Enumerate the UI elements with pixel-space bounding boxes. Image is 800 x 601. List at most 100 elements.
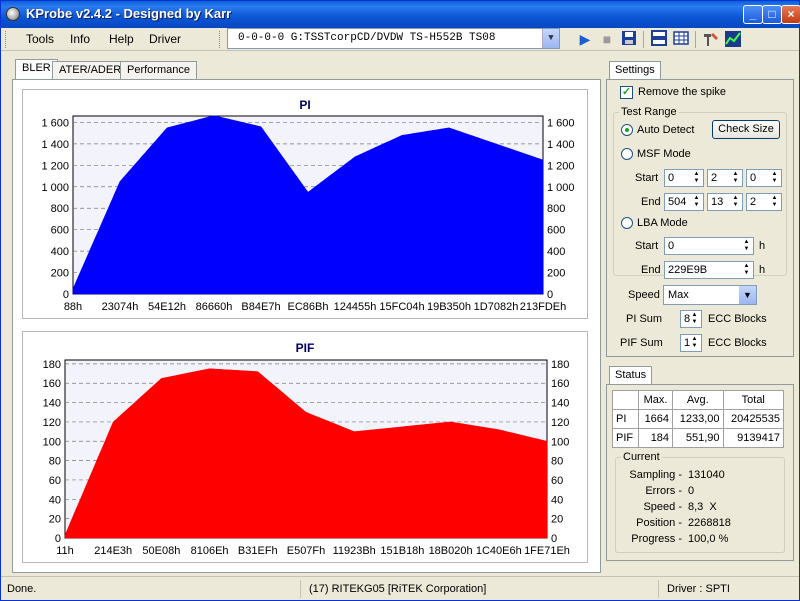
tools-icon[interactable]: [702, 30, 720, 48]
x-tick-label: 8106Eh: [191, 545, 229, 557]
y-tick-label-right: 1 000: [547, 182, 575, 194]
pif-sum-input[interactable]: 1 ▲ ▼: [680, 334, 702, 352]
x-tick-label: 18B020h: [429, 545, 473, 557]
status-panel: Max. Avg. Total PI 1664 1233,00 20425535…: [606, 384, 794, 561]
lba-start-label: Start: [635, 240, 659, 252]
msf-start-sec-input[interactable]: 2 ▲ ▼: [707, 169, 743, 187]
chevron-down-icon[interactable]: ▼: [739, 286, 756, 304]
y-tick-label-left: 60: [49, 475, 61, 487]
lba-mode-radio[interactable]: [621, 217, 633, 229]
x-tick-label: 11h: [56, 545, 74, 557]
current-group: Current Sampling - 131040 Errors - 0 Spe…: [615, 451, 785, 553]
maximize-button[interactable]: □: [762, 5, 782, 24]
errors-value: 0: [688, 485, 695, 497]
current-label: Current: [621, 451, 662, 463]
bler-panel: PI 0 0 200 200 400 400 600 600 800 800 1 000 1 000 1…: [12, 79, 601, 573]
status-table: Max. Avg. Total PI 1664 1233,00 20425535…: [611, 390, 785, 448]
lba-mode-label: LBA Mode: [637, 217, 688, 229]
y-tick-label-left: 120: [43, 417, 61, 429]
drive-select[interactable]: 0-0-0-0 G:TSSTcorpCD/DVDW TS-H552B TS08 …: [227, 28, 560, 49]
pi-sum-input[interactable]: 8 ▲ ▼: [680, 310, 702, 328]
drive-select-value: 0-0-0-0 G:TSSTcorpCD/DVDW TS-H552B TS08: [238, 32, 496, 44]
chevron-down-icon[interactable]: ▼: [542, 29, 559, 48]
y-tick-label-right: 180: [551, 359, 569, 371]
tab-settings[interactable]: Settings: [609, 61, 661, 80]
menu-driver[interactable]: Driver: [149, 32, 181, 46]
stop-icon[interactable]: ■: [598, 30, 616, 48]
status-corner-cell: [611, 390, 640, 410]
tab-performance[interactable]: Performance: [120, 61, 197, 80]
settings-panel: ✓ Remove the spike Test Range Auto Detec…: [606, 79, 794, 357]
y-tick-label-right: 40: [551, 494, 563, 506]
tab-ater-ader[interactable]: ATER/ADER: [52, 61, 129, 80]
msf-mode-label: MSF Mode: [637, 148, 691, 160]
title-bar[interactable]: KProbe v2.4.2 - Designed by Karr _ □ ×: [1, 1, 800, 28]
x-tick-label: 1C40E6h: [476, 545, 522, 557]
pi-chart-plot: 0 0 200 200 400 400 600 600 800 800 1 000 1 000 1 20…: [41, 115, 575, 313]
msf-end-frame-input[interactable]: 2 ▲ ▼: [746, 193, 782, 211]
y-tick-label-right: 20: [551, 514, 563, 526]
menu-info[interactable]: Info: [70, 32, 90, 46]
toolbar-separator: [643, 31, 644, 48]
auto-detect-radio[interactable]: [621, 124, 633, 136]
y-tick-label-right: 60: [551, 475, 563, 487]
tab-status[interactable]: Status: [609, 366, 653, 385]
test-range-label: Test Range: [619, 106, 679, 118]
y-tick-label-right: 0: [547, 289, 553, 301]
lba-start-unit: h: [759, 240, 766, 252]
y-tick-label-left: 400: [51, 246, 69, 258]
menu-tools[interactable]: Tools: [26, 32, 54, 46]
speed-select-value: Max: [668, 289, 689, 301]
status-header-avg: Avg.: [672, 390, 724, 410]
play-icon[interactable]: ▶: [576, 30, 594, 48]
y-tick-label-right: 400: [547, 246, 565, 258]
pif-chart-plot: 0 0 20 20 40 40 60 60 80 80 100 100 120 120 140 140 160 1…: [43, 359, 570, 557]
split-view-icon[interactable]: [650, 30, 668, 48]
position-label: Position -: [636, 517, 682, 529]
x-tick-label: B31EFh: [238, 545, 278, 557]
y-tick-label-left: 160: [43, 378, 61, 390]
x-tick-label: 151B18h: [380, 545, 424, 557]
toolbar-separator: [695, 31, 696, 48]
pif-sum-label: PIF Sum: [620, 337, 663, 349]
pif-ecc-blocks-label: ECC Blocks: [708, 337, 767, 349]
msf-start-frame-input[interactable]: 0 ▲ ▼: [746, 169, 782, 187]
y-tick-label-left: 80: [49, 456, 61, 468]
x-tick-label: 15FC04h: [379, 301, 424, 313]
minimize-button[interactable]: _: [743, 5, 763, 24]
table-row: PI 1664 1233,00 20425535: [611, 409, 785, 429]
msf-end-min-input[interactable]: 504 ▲ ▼: [664, 193, 704, 211]
status-header-total: Total: [722, 390, 785, 410]
y-tick-label-left: 200: [51, 268, 69, 280]
y-tick-label-right: 1 200: [547, 160, 575, 172]
x-tick-label: 86660h: [196, 301, 233, 313]
y-tick-label-right: 1 600: [547, 117, 575, 129]
y-tick-label-right: 200: [547, 268, 565, 280]
y-tick-label-right: 100: [551, 436, 569, 448]
auto-detect-label: Auto Detect: [637, 124, 695, 136]
save-icon[interactable]: [620, 30, 638, 48]
menu-help[interactable]: Help: [109, 32, 134, 46]
remove-spike-checkbox[interactable]: ✓: [620, 86, 633, 99]
y-tick-label-left: 600: [51, 225, 69, 237]
speed-select[interactable]: Max ▼: [663, 285, 757, 305]
y-tick-label-left: 180: [43, 359, 61, 371]
x-tick-label: 11923Bh: [333, 545, 376, 557]
lba-end-input[interactable]: 229E9B ▲ ▼: [664, 261, 754, 279]
y-tick-label-left: 0: [63, 289, 69, 301]
y-tick-label-right: 160: [551, 378, 569, 390]
x-tick-label: EC86Bh: [288, 301, 329, 313]
sampling-value: 131040: [688, 469, 725, 481]
msf-mode-radio[interactable]: [621, 148, 633, 160]
msf-end-sec-input[interactable]: 13 ▲ ▼: [707, 193, 743, 211]
close-button[interactable]: ×: [781, 5, 800, 24]
chart-export-icon[interactable]: [724, 30, 742, 48]
msf-start-min-input[interactable]: 0 ▲ ▼: [664, 169, 704, 187]
x-tick-label: 23074h: [102, 301, 139, 313]
check-size-button[interactable]: Check Size: [712, 120, 780, 139]
speed-status-label: Speed -: [643, 501, 682, 513]
lba-start-input[interactable]: 0 ▲ ▼: [664, 237, 754, 255]
kprobe-window: KProbe v2.4.2 - Designed by Karr _ □ × T…: [0, 0, 800, 601]
window-title: KProbe v2.4.2 - Designed by Karr: [26, 6, 232, 21]
grid-view-icon[interactable]: [672, 30, 690, 48]
